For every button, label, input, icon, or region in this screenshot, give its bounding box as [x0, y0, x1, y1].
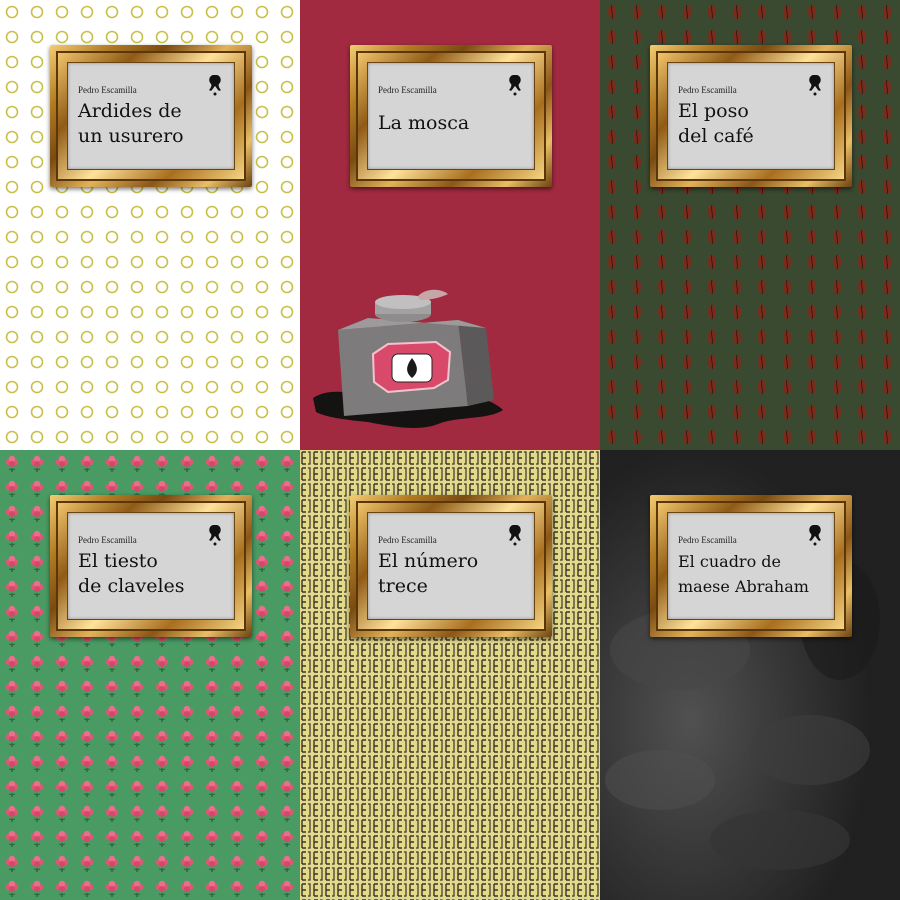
title-plaque: Pedro Escamilla El número trece — [367, 512, 535, 620]
cover-el-tiesto[interactable]: Pedro Escamilla El tiesto de claveles — [0, 450, 300, 900]
gold-frame: Pedro Escamilla Ardides de un usurero — [50, 45, 252, 187]
title-line-1: Ardides de — [78, 100, 182, 122]
book-title: El número trece — [378, 549, 528, 599]
book-title: El cuadro de maese Abraham — [678, 549, 828, 599]
book-title: El poso del café — [678, 99, 828, 149]
book-title: El tiesto de claveles — [78, 549, 228, 599]
title-line-2: de claveles — [78, 575, 185, 597]
publisher-logo-icon — [809, 75, 821, 96]
book-covers-grid: Pedro Escamilla Ardides de un usurero Pe… — [0, 0, 900, 900]
title-plaque: Pedro Escamilla El cuadro de maese Abrah… — [667, 512, 835, 620]
author-label: Pedro Escamilla — [378, 85, 437, 95]
cover-el-numero[interactable]: Pedro Escamilla El número trece — [300, 450, 600, 900]
title-line-1: La mosca — [378, 112, 470, 134]
gold-frame: Pedro Escamilla El número trece — [350, 495, 552, 637]
publisher-logo-icon — [209, 75, 221, 96]
cover-el-cuadro[interactable]: Pedro Escamilla El cuadro de maese Abrah… — [600, 450, 900, 900]
book-title: La mosca — [378, 111, 528, 136]
title-line-1: El poso — [678, 100, 749, 122]
title-plaque: Pedro Escamilla Ardides de un usurero — [67, 62, 235, 170]
gold-frame: Pedro Escamilla El tiesto de claveles — [50, 495, 252, 637]
publisher-logo-icon — [509, 525, 521, 546]
gold-frame: Pedro Escamilla El poso del café — [650, 45, 852, 187]
author-label: Pedro Escamilla — [378, 535, 437, 545]
author-label: Pedro Escamilla — [678, 85, 737, 95]
title-line-1: El cuadro de — [678, 552, 782, 571]
publisher-logo-icon — [809, 525, 821, 546]
gold-frame: Pedro Escamilla El cuadro de maese Abrah… — [650, 495, 852, 637]
title-plaque: Pedro Escamilla El tiesto de claveles — [67, 512, 235, 620]
cover-el-poso[interactable]: Pedro Escamilla El poso del café — [600, 0, 900, 450]
title-line-2: trece — [378, 575, 428, 597]
title-plaque: Pedro Escamilla La mosca — [367, 62, 535, 170]
title-line-1: El tiesto — [78, 550, 158, 572]
inkwell-icon — [313, 289, 503, 428]
author-label: Pedro Escamilla — [78, 535, 137, 545]
gold-frame: Pedro Escamilla La mosca — [350, 45, 552, 187]
author-label: Pedro Escamilla — [678, 535, 737, 545]
title-line-1: El número — [378, 550, 479, 572]
publisher-logo-icon — [209, 525, 221, 546]
title-line-2: del café — [678, 125, 754, 147]
title-plaque: Pedro Escamilla El poso del café — [667, 62, 835, 170]
publisher-logo-icon — [509, 75, 521, 96]
author-label: Pedro Escamilla — [78, 85, 137, 95]
cover-ardides[interactable]: Pedro Escamilla Ardides de un usurero — [0, 0, 300, 450]
title-line-2: un usurero — [78, 125, 184, 147]
book-title: Ardides de un usurero — [78, 99, 228, 149]
title-line-2: maese Abraham — [678, 577, 809, 596]
cover-la-mosca[interactable]: Pedro Escamilla La mosca — [300, 0, 600, 450]
